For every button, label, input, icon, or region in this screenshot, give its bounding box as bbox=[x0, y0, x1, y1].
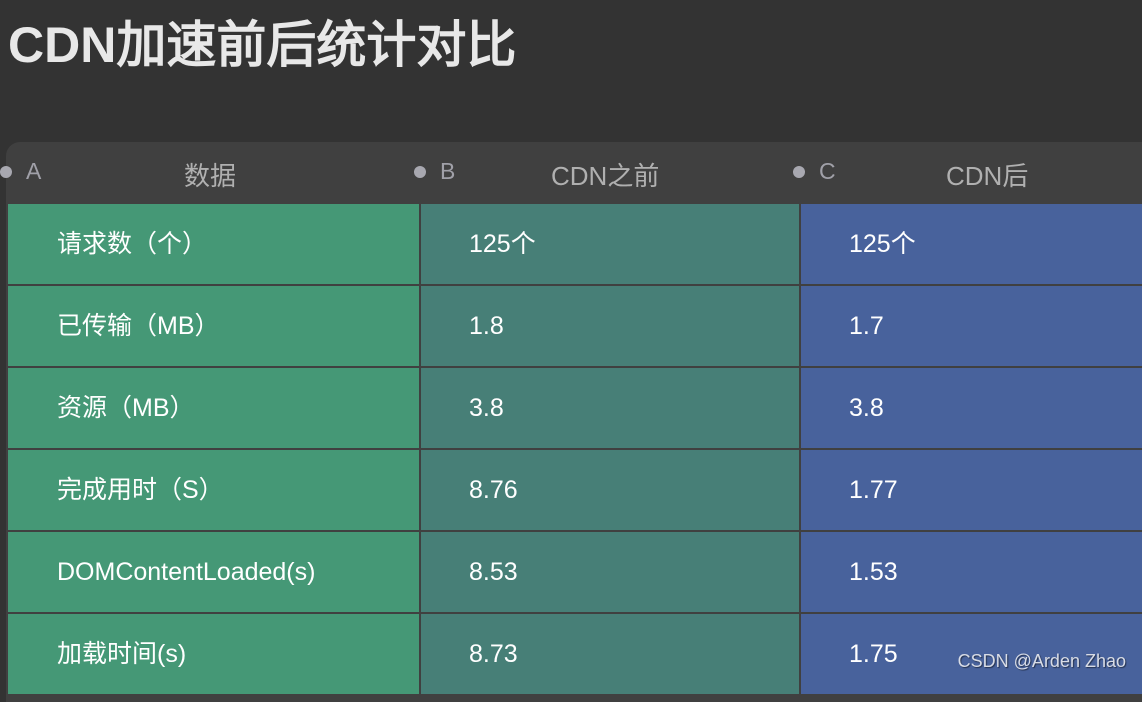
column-letter: B bbox=[440, 158, 456, 184]
column-header-a[interactable]: A 数据 bbox=[0, 142, 419, 202]
watermark: CSDN @Arden Zhao bbox=[957, 651, 1126, 671]
after-cell[interactable]: 3.8 bbox=[801, 368, 1142, 448]
after-cell[interactable]: 1.77 bbox=[801, 450, 1142, 530]
after-cell[interactable]: 1.7 bbox=[801, 286, 1142, 366]
metric-cell[interactable]: 请求数（个） bbox=[8, 204, 419, 284]
before-cell[interactable]: 8.53 bbox=[421, 532, 799, 612]
comparison-table: A 数据 B CDN之前 C CDN后 请求数（个） 125个 125个 已传输… bbox=[0, 142, 1142, 702]
before-cell[interactable]: 125个 bbox=[421, 204, 799, 284]
metric-cell[interactable]: 资源（MB） bbox=[8, 368, 419, 448]
metric-cell[interactable]: 已传输（MB） bbox=[8, 286, 419, 366]
before-cell[interactable]: 8.76 bbox=[421, 450, 799, 530]
before-cell[interactable]: 3.8 bbox=[421, 368, 799, 448]
metric-cell[interactable]: 完成用时（S） bbox=[8, 450, 419, 530]
column-handle-icon[interactable] bbox=[414, 166, 426, 178]
before-cell[interactable]: 8.73 bbox=[421, 614, 799, 694]
metric-cell[interactable]: DOMContentLoaded(s) bbox=[8, 532, 419, 612]
column-letter: A bbox=[26, 158, 42, 184]
before-cell[interactable]: 1.8 bbox=[421, 286, 799, 366]
column-header-c[interactable]: C CDN后 bbox=[793, 142, 1142, 202]
column-handle-icon[interactable] bbox=[793, 166, 805, 178]
column-letter: C bbox=[819, 158, 836, 184]
column-title: CDN后 bbox=[946, 161, 1029, 191]
page-title: CDN加速前后统计对比 bbox=[8, 17, 517, 73]
after-cell[interactable]: 125个 bbox=[801, 204, 1142, 284]
metric-cell[interactable]: 加载时间(s) bbox=[8, 614, 419, 694]
column-header-b[interactable]: B CDN之前 bbox=[414, 142, 799, 202]
table-header: A 数据 B CDN之前 C CDN后 bbox=[0, 142, 1142, 202]
after-cell[interactable]: 1.53 bbox=[801, 532, 1142, 612]
column-handle-icon[interactable] bbox=[0, 166, 12, 178]
column-title: CDN之前 bbox=[551, 161, 660, 191]
column-title: 数据 bbox=[184, 161, 237, 191]
